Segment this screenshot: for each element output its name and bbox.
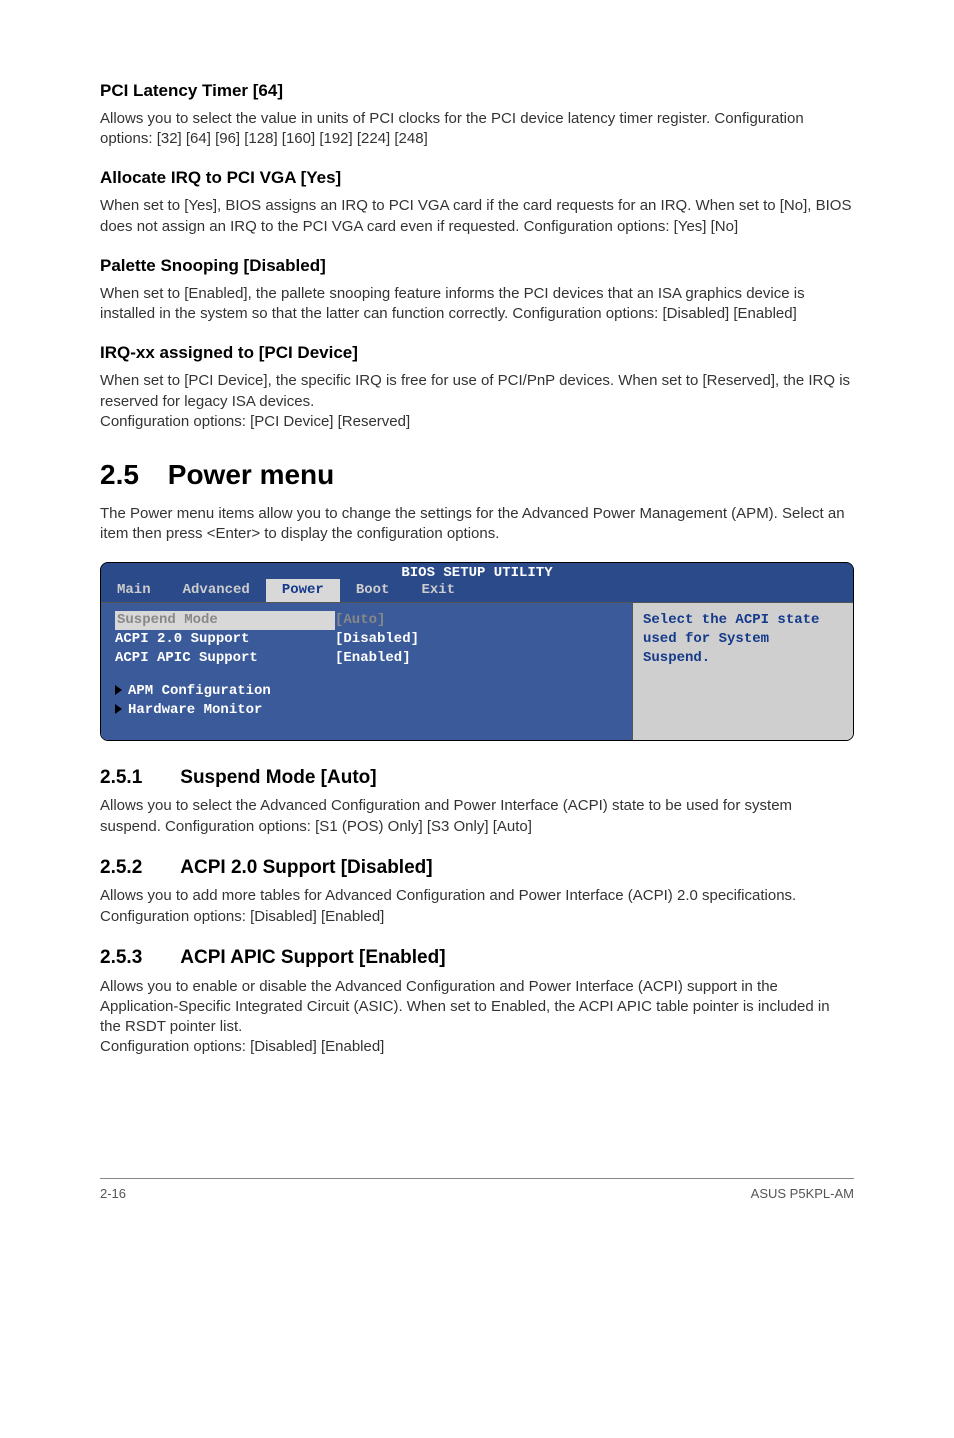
bios-submenu-hwmon[interactable]: Hardware Monitor	[115, 701, 618, 720]
bios-row-value: [Disabled]	[335, 630, 419, 649]
submenu-label: APM Configuration	[128, 683, 271, 699]
subsection-number: 2.5.2	[100, 855, 142, 881]
bios-submenu-apm[interactable]: APM Configuration	[115, 682, 618, 701]
subsection-body: Allows you to select the Advanced Config…	[100, 796, 854, 837]
bios-header: BIOS SETUP UTILITY Main Advanced Power B…	[101, 563, 853, 602]
bios-title: BIOS SETUP UTILITY	[401, 564, 552, 583]
section-body: When set to [PCI Device], the specific I…	[100, 371, 854, 432]
subsection-title: Suspend Mode [Auto]	[180, 765, 376, 791]
bios-tab-main[interactable]: Main	[101, 579, 167, 602]
subsection-number: 2.5.1	[100, 765, 142, 791]
footer-product: ASUS P5KPL-AM	[751, 1185, 854, 1203]
section-body: Allows you to select the value in units …	[100, 109, 854, 150]
section-title: Allocate IRQ to PCI VGA [Yes]	[100, 167, 854, 190]
subsection-heading: 2.5.1 Suspend Mode [Auto]	[100, 765, 854, 791]
bios-left-pane: Suspend Mode [Auto] ACPI 2.0 Support [Di…	[101, 602, 633, 739]
bios-row-label: ACPI APIC Support	[115, 649, 335, 668]
bios-help-text: Select the ACPI state used for System Su…	[643, 612, 819, 666]
submenu-label: Hardware Monitor	[128, 702, 262, 718]
subsection-heading: 2.5.3 ACPI APIC Support [Enabled]	[100, 945, 854, 971]
bios-row-label: Suspend Mode	[115, 611, 335, 630]
bios-screenshot: BIOS SETUP UTILITY Main Advanced Power B…	[100, 562, 854, 740]
subsection-body: Allows you to enable or disable the Adva…	[100, 977, 854, 1058]
bios-body: Suspend Mode [Auto] ACPI 2.0 Support [Di…	[101, 602, 853, 739]
subsection-heading: 2.5.2 ACPI 2.0 Support [Disabled]	[100, 855, 854, 881]
bios-tab-advanced[interactable]: Advanced	[167, 579, 266, 602]
bios-tab-boot[interactable]: Boot	[340, 579, 406, 602]
heading-number: 2.5	[100, 456, 160, 494]
subsection-number: 2.5.3	[100, 945, 142, 971]
section-body: When set to [Enabled], the pallete snoop…	[100, 284, 854, 325]
bios-row-value: [Enabled]	[335, 649, 411, 668]
section-title: IRQ-xx assigned to [PCI Device]	[100, 342, 854, 365]
page-number: 2-16	[100, 1185, 126, 1203]
section-title: Palette Snooping [Disabled]	[100, 255, 854, 278]
triangle-icon	[115, 685, 122, 695]
bios-row-suspend[interactable]: Suspend Mode [Auto]	[115, 611, 618, 630]
subsection-body: Allows you to add more tables for Advanc…	[100, 886, 854, 927]
section-title: PCI Latency Timer [64]	[100, 80, 854, 103]
bios-row-label: ACPI 2.0 Support	[115, 630, 335, 649]
bios-tab-power[interactable]: Power	[266, 579, 340, 602]
page-footer: 2-16 ASUS P5KPL-AM	[100, 1178, 854, 1203]
subsection-title: ACPI APIC Support [Enabled]	[180, 945, 445, 971]
main-body: The Power menu items allow you to change…	[100, 504, 854, 545]
bios-row-value: [Auto]	[335, 611, 385, 630]
heading-title: Power menu	[168, 459, 334, 490]
bios-row-acpiapic[interactable]: ACPI APIC Support [Enabled]	[115, 649, 618, 668]
bios-help-pane: Select the ACPI state used for System Su…	[633, 602, 853, 739]
subsection-title: ACPI 2.0 Support [Disabled]	[180, 855, 432, 881]
section-body: When set to [Yes], BIOS assigns an IRQ t…	[100, 196, 854, 237]
bios-row-acpi20[interactable]: ACPI 2.0 Support [Disabled]	[115, 630, 618, 649]
main-heading: 2.5 Power menu	[100, 456, 854, 494]
triangle-icon	[115, 704, 122, 714]
